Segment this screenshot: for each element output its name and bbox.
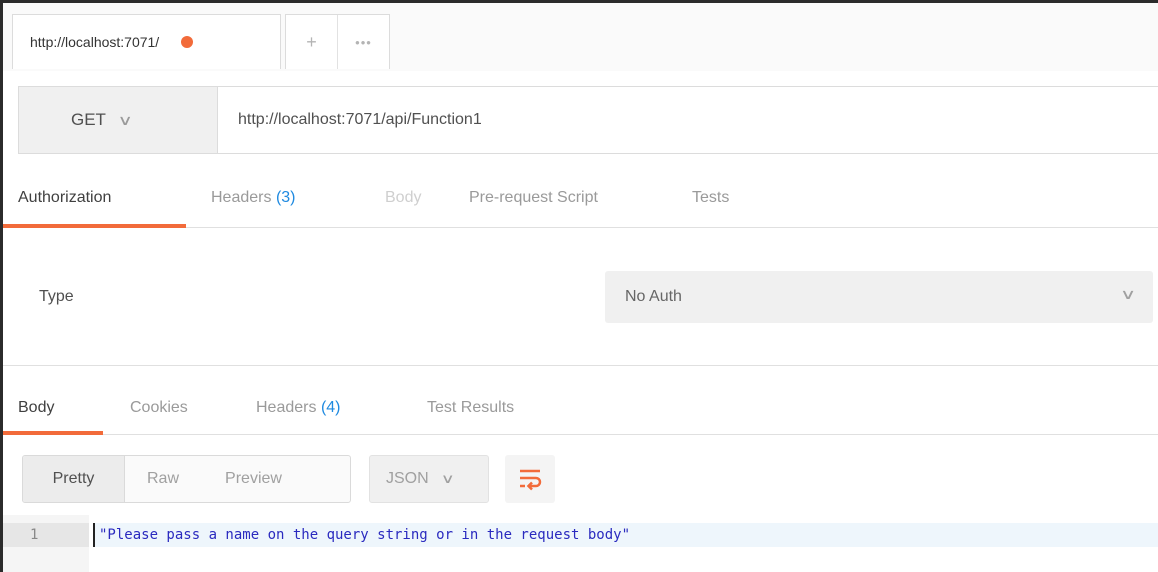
tab-response-body-label: Body xyxy=(18,399,55,416)
auth-type-select[interactable]: No Auth ∨ xyxy=(605,271,1153,323)
url-text: http://localhost:7071/api/Function1 xyxy=(238,111,482,128)
tab-headers[interactable]: Headers (3) xyxy=(211,189,296,227)
tab-cookies-label: Cookies xyxy=(130,399,188,416)
tab-prerequest-label: Pre-request Script xyxy=(469,189,598,206)
response-headers-count: (4) xyxy=(320,399,341,416)
postman-window: http://localhost:7071/ + ••• GET ∨ http:… xyxy=(0,0,1158,572)
tab-response-headers-label: Headers xyxy=(256,399,317,416)
pretty-button[interactable]: Pretty xyxy=(23,456,125,502)
request-tab-label: http://localhost:7071/ xyxy=(30,34,160,50)
tab-prerequest-script[interactable]: Pre-request Script xyxy=(469,189,598,227)
tab-headers-label: Headers xyxy=(211,189,272,206)
preview-button[interactable]: Preview xyxy=(201,456,306,502)
raw-button[interactable]: Raw xyxy=(125,456,201,502)
url-input[interactable]: http://localhost:7071/api/Function1 xyxy=(218,87,1158,153)
chevron-down-icon: ∨ xyxy=(1119,286,1137,302)
tab-actions: + ••• xyxy=(285,14,390,69)
headers-count: (3) xyxy=(275,189,296,206)
line-number: 1 xyxy=(3,523,89,547)
url-bar: GET ∨ http://localhost:7071/api/Function… xyxy=(18,86,1158,154)
wrap-lines-button[interactable] xyxy=(505,455,555,503)
auth-type-label: Type xyxy=(39,288,74,305)
active-response-tab-indicator xyxy=(3,431,103,435)
tab-tests[interactable]: Tests xyxy=(692,189,729,227)
tab-body-label: Body xyxy=(385,189,422,206)
request-tabs: Authorization Headers (3) Body Pre-reque… xyxy=(3,173,1158,228)
tab-authorization[interactable]: Authorization xyxy=(18,189,111,227)
section-divider xyxy=(3,365,1158,366)
tab-response-headers[interactable]: Headers (4) xyxy=(256,399,341,437)
tab-authorization-label: Authorization xyxy=(18,189,112,206)
chevron-down-icon: ∨ xyxy=(440,471,455,486)
tab-tests-label: Tests xyxy=(692,189,730,206)
wrap-lines-icon xyxy=(520,469,542,491)
format-label: JSON xyxy=(386,470,429,487)
view-mode-toggle: Pretty Raw Preview xyxy=(22,455,351,503)
method-select[interactable]: GET ∨ xyxy=(19,87,218,153)
tab-test-results[interactable]: Test Results xyxy=(427,399,514,437)
method-label: GET xyxy=(71,110,106,129)
chevron-down-icon: ∨ xyxy=(117,111,133,128)
tab-test-results-label: Test Results xyxy=(427,399,515,416)
tab-body[interactable]: Body xyxy=(385,189,421,227)
tab-cookies[interactable]: Cookies xyxy=(130,399,188,437)
unsaved-dot-icon xyxy=(181,36,194,48)
tab-strip: http://localhost:7071/ + ••• xyxy=(3,3,1158,71)
editor-gutter: 1 xyxy=(3,515,89,572)
ellipsis-icon: ••• xyxy=(355,34,372,50)
auth-type-value: No Auth xyxy=(625,288,682,305)
active-tab-indicator xyxy=(3,224,186,228)
plus-icon: + xyxy=(306,31,317,52)
response-tabs: Body Cookies Headers (4) Test Results xyxy=(3,383,1158,435)
request-tab[interactable]: http://localhost:7071/ xyxy=(12,14,281,69)
format-select[interactable]: JSON ∨ xyxy=(369,455,489,503)
response-body-line[interactable]: "Please pass a name on the query string … xyxy=(93,523,1158,547)
more-tabs-button[interactable]: ••• xyxy=(337,15,389,69)
new-tab-button[interactable]: + xyxy=(286,15,337,69)
